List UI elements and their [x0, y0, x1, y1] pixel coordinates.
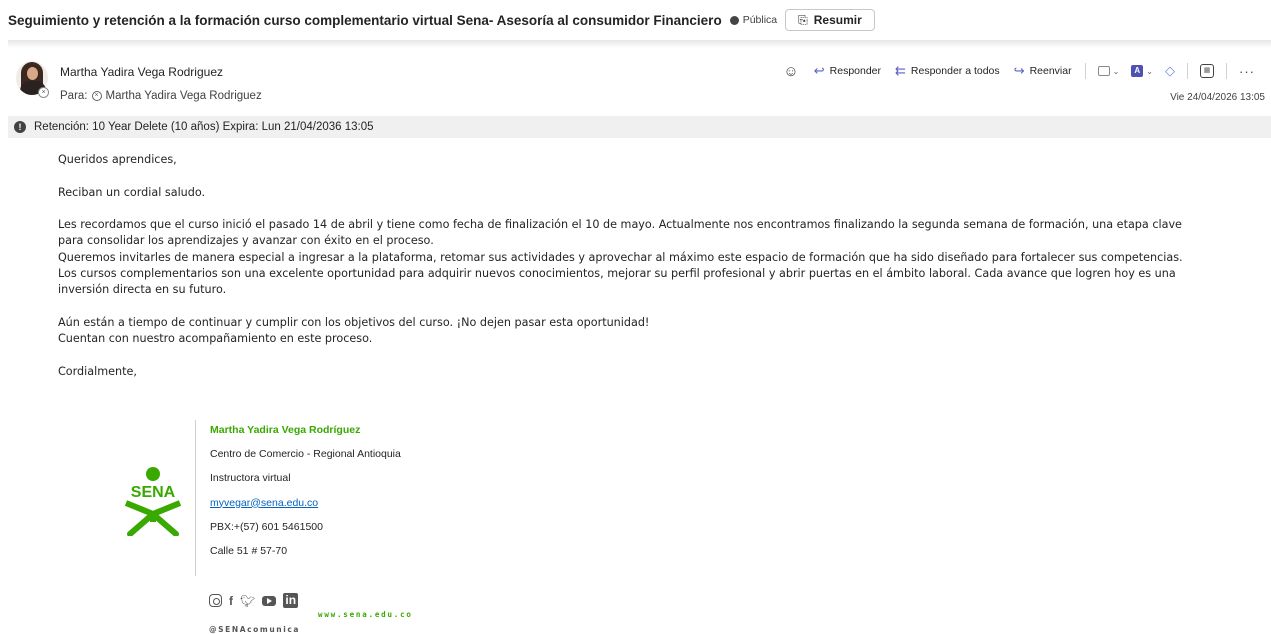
- signature-email-link[interactable]: myvegar@sena.edu.co: [210, 497, 318, 509]
- signature-divider: [195, 420, 196, 576]
- retention-text: Retención: 10 Year Delete (10 años) Expi…: [34, 121, 374, 133]
- signature: Martha Yadira Vega Rodríguez Centro de C…: [210, 418, 401, 563]
- body-line: Les recordamos que el curso inició el pa…: [58, 218, 1182, 232]
- apps-grid-icon: ▦: [1200, 64, 1214, 78]
- message-date: Vie 24/04/2026 13:05: [1170, 92, 1265, 103]
- toolbar-separator: [1084, 63, 1086, 79]
- to-prefix: Para:: [60, 90, 88, 102]
- signature-phone: PBX:+(57) 601 5461500: [210, 520, 323, 533]
- body-line: para consolidar los aprendizajes y avanz…: [58, 234, 434, 248]
- summarize-label: Resumir: [813, 13, 862, 27]
- summarize-button[interactable]: ⎘ Resumir: [785, 9, 875, 31]
- reply-button[interactable]: ↩ Responder: [809, 63, 886, 79]
- recipient-status-icon: ×: [91, 91, 102, 101]
- pdf-button[interactable]: A ⌄: [1127, 65, 1157, 77]
- sena-logo: SENA: [118, 467, 188, 536]
- message-body: Queridos aprendices, Reciban un cordial …: [58, 152, 1258, 380]
- recipient-name[interactable]: Martha Yadira Vega Rodriguez: [106, 90, 262, 102]
- youtube-icon[interactable]: [262, 595, 277, 606]
- body-line: Queremos invitarles de manera especial a…: [58, 250, 1183, 264]
- sender-name[interactable]: Martha Yadira Vega Rodriguez: [60, 65, 223, 79]
- reply-all-label: Responder a todos: [910, 65, 1000, 77]
- closing: Cordialmente,: [58, 364, 137, 378]
- forward-label: Reenviar: [1029, 65, 1072, 77]
- toolbar-separator: [1187, 63, 1188, 79]
- facebook-icon[interactable]: f: [229, 594, 233, 608]
- linkedin-icon[interactable]: in: [283, 593, 299, 608]
- sensitivity-label[interactable]: Pública: [743, 14, 777, 26]
- signature-name: Martha Yadira Vega Rodríguez: [210, 424, 361, 436]
- signature-role: Instructora virtual: [210, 472, 291, 485]
- chevron-down-icon: ⌄: [1146, 66, 1153, 76]
- header-divider: [8, 40, 1271, 48]
- message-header: × Martha Yadira Vega Rodriguez Para: × M…: [0, 55, 1271, 107]
- emoji-reaction-icon[interactable]: ☺: [777, 63, 804, 80]
- svg-text:SENA: SENA: [131, 484, 176, 501]
- info-icon: !: [14, 121, 26, 133]
- email-subject: Seguimiento y retención a la formación c…: [8, 12, 722, 28]
- reply-label: Responder: [829, 65, 882, 77]
- toolbar-separator: [1226, 63, 1227, 79]
- body-line: Aún están a tiempo de continuar y cumpli…: [58, 315, 650, 329]
- forward-icon: ↪: [1013, 63, 1025, 78]
- summarize-icon: ⎘: [798, 12, 808, 27]
- chevron-down-icon: ⌄: [1112, 66, 1120, 76]
- greeting: Queridos aprendices,: [58, 153, 177, 166]
- signature-center: Centro de Comercio - Regional Antioquia: [210, 448, 401, 461]
- forward-button[interactable]: ↪ Reenviar: [1009, 63, 1077, 79]
- instagram-icon[interactable]: [209, 594, 222, 607]
- recipient-line: Para: × Martha Yadira Vega Rodriguez: [60, 90, 262, 102]
- teams-share-button[interactable]: ⌄: [1094, 66, 1124, 76]
- reply-icon: ↩: [813, 63, 825, 78]
- body-line: Cuentan con nuestro acompañamiento en es…: [58, 332, 373, 346]
- reply-all-icon: ⇇: [895, 63, 906, 78]
- message-actions: ☺ ↩ Responder ⇇ Responder a todos ↪ Reen…: [777, 61, 1259, 81]
- social-links: f 🐦︎ in: [209, 593, 299, 608]
- signature-address: Calle 51 # 57-70: [210, 544, 288, 557]
- reply-all-button[interactable]: ⇇ Responder a todos: [890, 63, 1005, 79]
- apps-button[interactable]: ▦: [1196, 64, 1218, 78]
- body-line: inversión directa en su futuro.: [58, 283, 227, 297]
- more-options-icon[interactable]: ···: [1235, 64, 1259, 79]
- website-text[interactable]: www.sena.edu.co: [318, 610, 413, 619]
- body-line: Los cursos complementarios son una excel…: [58, 267, 1176, 281]
- salute: Reciban un cordial saludo.: [58, 185, 206, 199]
- social-handle: @SENAcomunica: [209, 625, 301, 634]
- retention-banner: ! Retención: 10 Year Delete (10 años) Ex…: [8, 116, 1271, 138]
- subject-bar: Seguimiento y retención a la formación c…: [0, 0, 1271, 40]
- twitter-icon[interactable]: 🐦︎: [240, 594, 255, 608]
- share-to-teams-icon: [1097, 66, 1110, 76]
- loop-button[interactable]: ◇: [1161, 63, 1179, 79]
- pdf-icon: A: [1131, 65, 1144, 77]
- loop-icon: ◇: [1165, 63, 1175, 78]
- presence-status-icon: ×: [38, 87, 49, 98]
- sensitivity-label-icon: [729, 15, 739, 25]
